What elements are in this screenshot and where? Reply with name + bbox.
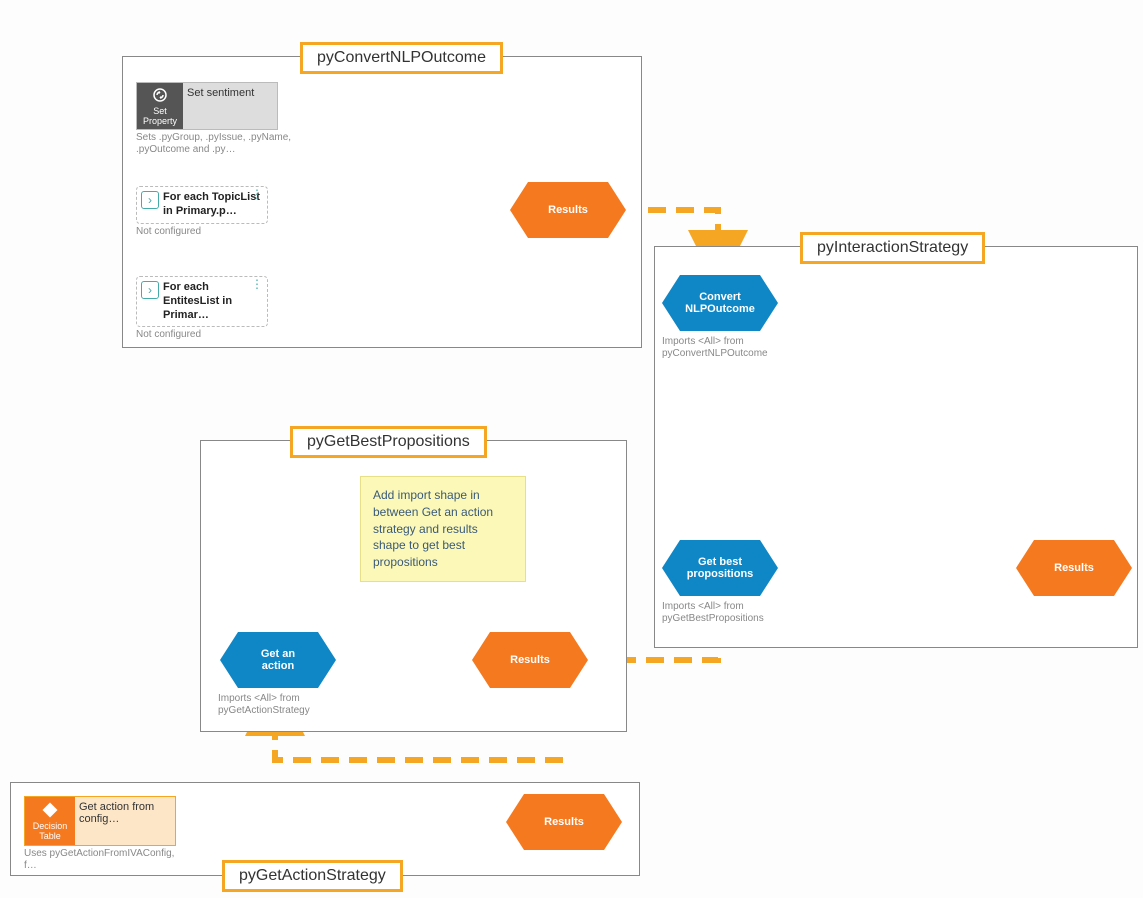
interaction-results-label: Results: [1054, 562, 1094, 574]
decision-table-icon: Decision Table: [25, 797, 75, 845]
convert-results-shape[interactable]: Results: [528, 182, 608, 238]
topic-list-label: For each TopicList in Primary.p…: [163, 191, 261, 219]
convert-nlp-import-label: Convert NLPOutcome: [685, 291, 755, 315]
entity-list-subtext: Not configured: [136, 329, 296, 341]
entity-list-shape[interactable]: › For each EntitesList in Primar… ⋮ Not …: [136, 276, 296, 341]
get-best-results-shape[interactable]: Results: [490, 632, 570, 688]
sticky-note: Add import shape in between Get an actio…: [360, 476, 526, 582]
more-icon[interactable]: ⋮: [251, 191, 263, 197]
get-action-results-label: Results: [544, 816, 584, 828]
set-property-subtext: Sets .pyGroup, .pyIssue, .pyName, .pyOut…: [136, 132, 296, 156]
set-property-icon: Set Property: [137, 83, 183, 129]
chevron-right-icon: ›: [141, 281, 159, 299]
get-action-results-shape[interactable]: Results: [524, 794, 604, 850]
topic-list-shape[interactable]: › For each TopicList in Primary.p… ⋮ Not…: [136, 186, 296, 238]
decision-table-icon-label: Decision Table: [25, 821, 75, 841]
get-best-import-shape[interactable]: Get best propositions: [680, 540, 760, 596]
convert-nlp-import-shape[interactable]: Convert NLPOutcome: [680, 275, 760, 331]
chevron-right-icon: ›: [141, 191, 159, 209]
convert-nlp-import-subtext: Imports <All> from pyConvertNLPOutcome: [662, 336, 822, 360]
get-an-action-shape[interactable]: Get an action: [238, 632, 318, 688]
set-property-label: Set sentiment: [183, 83, 277, 129]
decision-table-shape[interactable]: Decision Table Get action from config… U…: [24, 796, 184, 872]
decision-table-subtext: Uses pyGetActionFromIVAConfig, f…: [24, 848, 184, 872]
set-property-icon-label: Set Property: [137, 106, 183, 126]
get-an-action-subtext: Imports <All> from pyGetActionStrategy: [218, 693, 378, 717]
strategy-convert-title: pyConvertNLPOutcome: [300, 42, 503, 74]
get-best-import-subtext: Imports <All> from pyGetBestPropositions: [662, 601, 822, 625]
strategy-get-action-title: pyGetActionStrategy: [222, 860, 403, 892]
strategy-get-best-title: pyGetBestPropositions: [290, 426, 487, 458]
strategy-get-action-title-text: pyGetActionStrategy: [239, 867, 386, 884]
strategy-get-best-title-text: pyGetBestPropositions: [307, 433, 470, 450]
get-best-import-label: Get best propositions: [686, 556, 754, 580]
decision-table-label: Get action from config…: [75, 797, 175, 845]
entity-list-label: For each EntitesList in Primar…: [163, 281, 261, 322]
strategy-interaction-title: pyInteractionStrategy: [800, 232, 985, 264]
get-an-action-label: Get an action: [244, 648, 312, 672]
topic-list-subtext: Not configured: [136, 226, 296, 238]
get-best-results-label: Results: [510, 654, 550, 666]
set-property-shape[interactable]: Set Property Set sentiment Sets .pyGroup…: [136, 82, 296, 156]
strategy-interaction-title-text: pyInteractionStrategy: [817, 239, 968, 256]
convert-results-label: Results: [548, 204, 588, 216]
strategy-convert-title-text: pyConvertNLPOutcome: [317, 49, 486, 66]
diagram-canvas: pyConvertNLPOutcome Set Property Set sen…: [0, 0, 1143, 898]
interaction-results-shape[interactable]: Results: [1034, 540, 1114, 596]
more-icon[interactable]: ⋮: [251, 281, 263, 287]
